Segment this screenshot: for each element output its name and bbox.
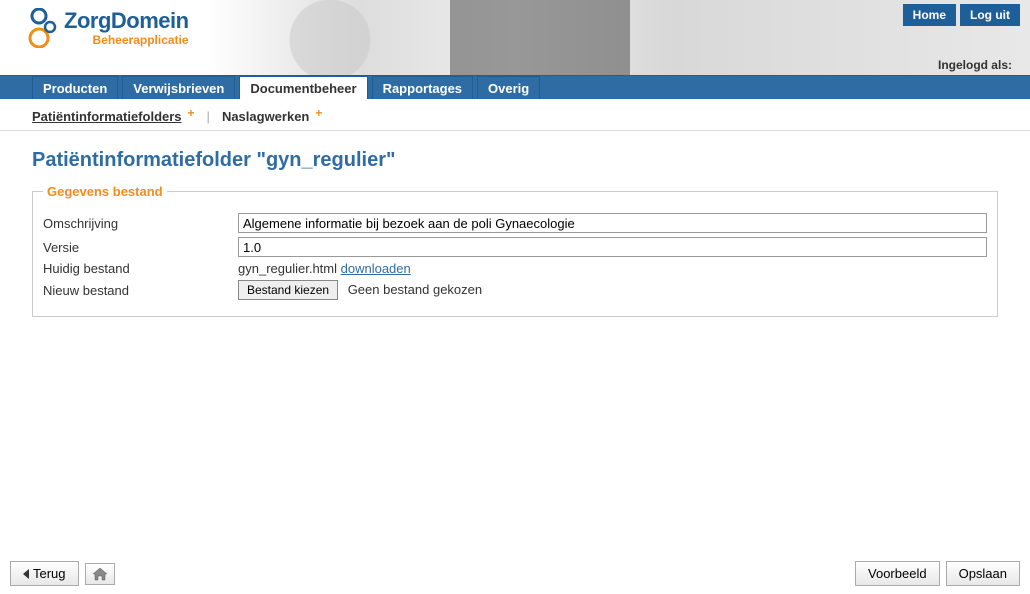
choose-file-button[interactable]: Bestand kiezen (238, 280, 338, 300)
sub-nav: Patiëntinformatiefolders + | Naslagwerke… (0, 99, 1030, 131)
tab-verwijsbrieven[interactable]: Verwijsbrieven (122, 76, 235, 99)
versie-label: Versie (43, 240, 238, 255)
main-nav: Producten Verwijsbrieven Documentbeheer … (0, 75, 1030, 99)
logo: ZorgDomein Beheerapplicatie (28, 8, 189, 48)
preview-button[interactable]: Voorbeeld (855, 561, 940, 586)
logged-in-as-label: Ingelogd als: (938, 58, 1012, 72)
versie-input[interactable] (238, 237, 987, 257)
fieldset-legend: Gegevens bestand (43, 184, 167, 199)
save-button[interactable]: Opslaan (946, 561, 1020, 586)
gegevens-bestand-fieldset: Gegevens bestand Omschrijving Versie Hui… (32, 184, 998, 317)
add-naslagwerk-icon[interactable]: + (315, 106, 322, 120)
page-title: Patiëntinformatiefolder "gyn_regulier" (32, 149, 998, 172)
tab-overig[interactable]: Overig (477, 76, 540, 99)
back-button[interactable]: Terug (10, 561, 79, 586)
logo-text: ZorgDomein (64, 10, 189, 32)
logo-subtext: Beheerapplicatie (64, 34, 189, 46)
logo-icon (28, 8, 58, 48)
subnav-naslagwerken[interactable]: Naslagwerken (222, 109, 309, 124)
back-button-label: Terug (33, 566, 66, 581)
subnav-separator: | (207, 109, 210, 124)
footer-bar: Terug Voorbeeld Opslaan (0, 561, 1030, 586)
nieuw-bestand-label: Nieuw bestand (43, 283, 238, 298)
file-status-text: Geen bestand gekozen (348, 282, 482, 297)
huidig-bestand-label: Huidig bestand (43, 261, 238, 276)
home-link[interactable]: Home (903, 4, 956, 26)
omschrijving-label: Omschrijving (43, 216, 238, 231)
logout-link[interactable]: Log uit (960, 4, 1020, 26)
tab-documentbeheer[interactable]: Documentbeheer (239, 76, 367, 99)
top-banner: Home Log uit Ingelogd als: ZorgDomein Be… (0, 0, 1030, 75)
huidig-bestand-filename: gyn_regulier.html (238, 261, 337, 276)
subnav-patientinfofolders[interactable]: Patiëntinformatiefolders (32, 109, 182, 124)
download-link[interactable]: downloaden (341, 261, 411, 276)
omschrijving-input[interactable] (238, 213, 987, 233)
home-icon (92, 567, 108, 581)
tab-rapportages[interactable]: Rapportages (372, 76, 473, 99)
add-patientinfofolder-icon[interactable]: + (188, 106, 195, 120)
tab-producten[interactable]: Producten (32, 76, 118, 99)
home-button[interactable] (85, 563, 115, 585)
back-arrow-icon (23, 569, 29, 579)
